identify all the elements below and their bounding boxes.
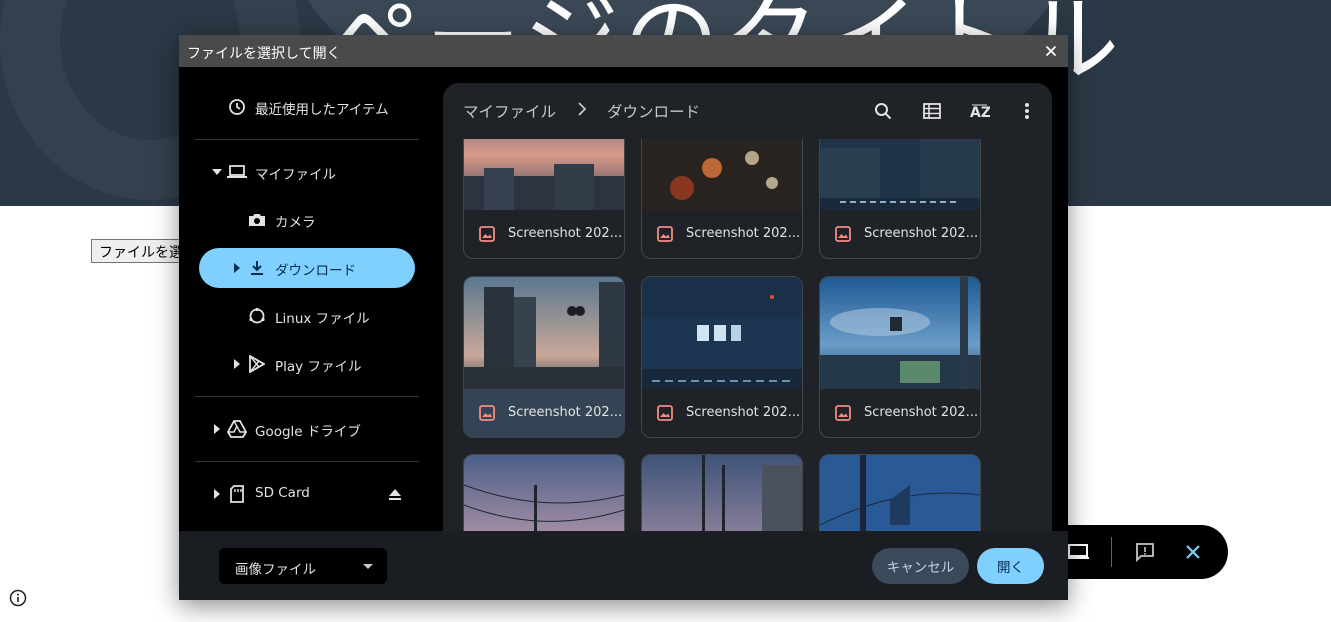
search-icon[interactable] [871,99,895,123]
file-caption: Screenshot 202... [642,389,802,437]
sidebar-divider [195,396,419,397]
sidebar-item-linux-files[interactable]: Linux ファイル [199,296,415,336]
file-name: Screenshot 202... [686,226,801,241]
image-file-icon [657,226,673,242]
chevron-right-icon [577,102,587,120]
file-tile[interactable]: Screenshot 202... [463,139,625,259]
sidebar-divider [195,139,419,140]
file-tile[interactable] [463,454,625,531]
file-name: Screenshot 202... [864,405,979,420]
image-thumbnail [820,139,980,210]
file-tile[interactable]: Screenshot 202... [641,139,803,259]
dialog-footer: 画像ファイル キャンセル 開く [179,531,1068,600]
file-toolbar: マイファイル ダウンロード AZ [443,83,1052,139]
dropdown-arrow-icon [363,564,373,569]
image-thumbnail [464,455,624,531]
sidebar-divider [195,461,419,462]
file-tile[interactable]: Screenshot 202... [819,276,981,438]
grid-view-icon[interactable] [920,99,944,123]
image-thumbnail [820,455,980,531]
file-tile[interactable]: Screenshot 202... [819,139,981,259]
file-name: Screenshot 202... [508,405,623,420]
file-tile[interactable]: Screenshot 202... [641,276,803,438]
image-file-icon [835,226,851,242]
file-tile[interactable] [641,454,803,531]
close-icon[interactable] [1180,539,1206,565]
svg-text:AZ: AZ [970,105,990,120]
capture-divider [1111,537,1112,567]
sidebar-item-label: Play ファイル [275,359,362,375]
eject-icon[interactable] [385,484,405,504]
caret-down-icon[interactable] [211,166,223,178]
google-drive-icon [227,419,247,439]
capture-toolbar [1040,525,1228,579]
sidebar-item-label: SD Card [255,485,310,501]
sidebar-item-label: 最近使用したアイテム [255,102,389,118]
play-store-icon [247,354,267,374]
sidebar-item-label: Google ドライブ [255,424,361,440]
file-grid: Screenshot 202... Screenshot 202... Scre… [443,139,1052,531]
file-caption: Screenshot 202... [820,389,980,437]
sidebar-item-label: Linux ファイル [275,311,370,327]
sidebar-item-label: カメラ [275,215,316,231]
image-file-icon [657,405,673,421]
feedback-icon[interactable] [1132,539,1158,565]
file-name: Screenshot 202... [864,226,979,241]
sidebar-item-sd-card[interactable]: SD Card [199,474,415,514]
dialog-title: ファイルを選択して開く [187,46,341,62]
sidebar: 最近使用したアイテム マイファイル カメラ ダウンロード Linux ファイル … [179,67,443,531]
image-thumbnail [464,139,624,210]
sidebar-item-label: ダウンロード [275,263,356,279]
caret-right-icon[interactable] [211,488,223,500]
file-tile-selected[interactable]: Screenshot 202... [463,276,625,438]
sidebar-item-play-files[interactable]: Play ファイル [199,344,415,384]
open-button[interactable]: 開く [977,548,1044,584]
laptop-icon [227,162,247,182]
file-tile[interactable] [819,454,981,531]
download-icon [247,258,267,278]
sort-az-icon[interactable]: AZ [968,99,992,123]
sidebar-item-camera[interactable]: カメラ [199,200,415,240]
image-thumbnail [642,455,802,531]
sd-card-icon [227,484,247,504]
sidebar-item-recent[interactable]: 最近使用したアイテム [199,87,415,127]
linux-icon [247,306,267,326]
screen-icon[interactable] [1065,539,1091,565]
file-caption: Screenshot 202... [464,389,624,437]
caret-right-icon[interactable] [231,358,243,370]
file-type-select[interactable]: 画像ファイル [219,548,387,584]
sidebar-item-label: マイファイル [255,167,336,183]
clock-icon [227,97,247,117]
file-list-panel: マイファイル ダウンロード AZ Screenshot 202... Scree… [443,83,1052,531]
caret-right-icon[interactable] [211,423,223,435]
dialog-titlebar: ファイルを選択して開く [179,35,1068,67]
breadcrumb-my-files[interactable]: マイファイル [463,100,556,122]
image-thumbnail [642,139,802,210]
image-thumbnail [464,277,624,389]
file-picker-dialog: ファイルを選択して開く 最近使用したアイテム マイファイル カメラ ダウンロード… [179,35,1068,600]
camera-icon [247,210,267,230]
file-name: Screenshot 202... [508,226,623,241]
image-file-icon [479,405,495,421]
breadcrumb-downloads: ダウンロード [607,103,701,121]
sidebar-item-downloads[interactable]: ダウンロード [199,248,415,288]
file-caption: Screenshot 202... [820,210,980,258]
image-file-icon [835,405,851,421]
cancel-button[interactable]: キャンセル [872,548,969,584]
file-caption: Screenshot 202... [464,210,624,258]
image-thumbnail [642,277,802,389]
more-vert-icon[interactable] [1015,99,1039,123]
image-file-icon [479,226,495,242]
close-icon[interactable] [1042,42,1060,60]
caret-right-icon[interactable] [231,262,243,274]
sidebar-item-my-files[interactable]: マイファイル [199,152,415,192]
image-thumbnail [820,277,980,389]
file-caption: Screenshot 202... [642,210,802,258]
sidebar-item-google-drive[interactable]: Google ドライブ [199,409,415,449]
file-name: Screenshot 202... [686,405,801,420]
file-type-value: 画像ファイル [235,562,316,578]
info-icon[interactable] [9,589,27,607]
